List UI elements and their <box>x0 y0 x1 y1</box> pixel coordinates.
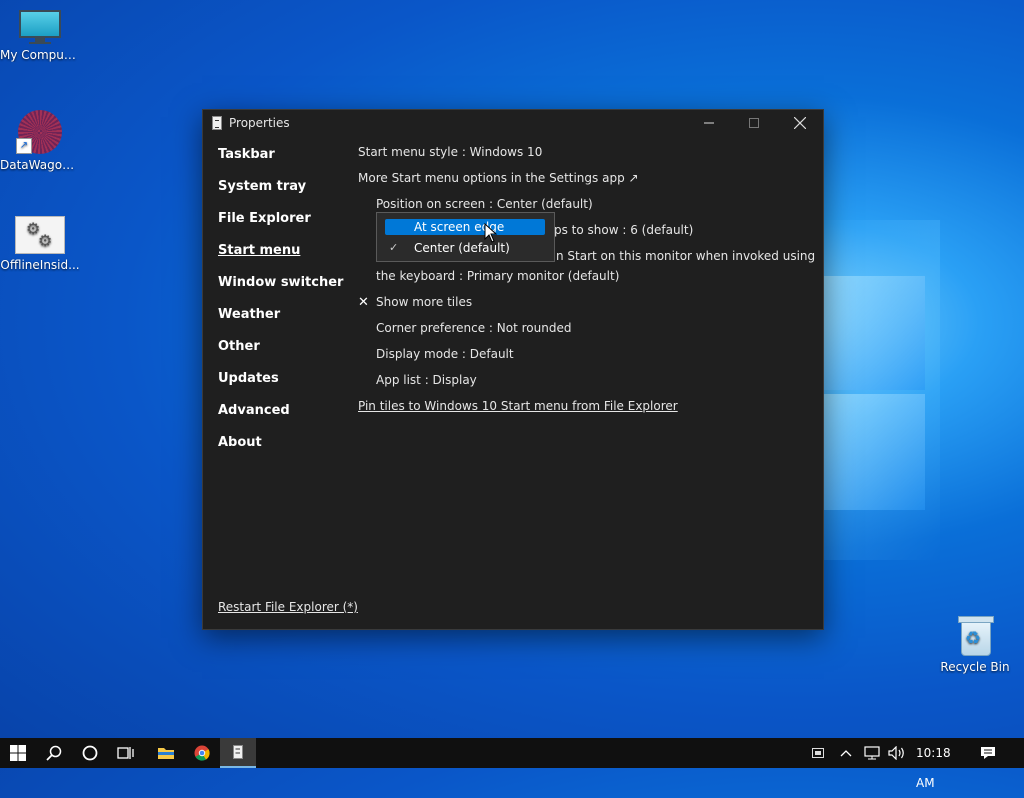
start-button[interactable] <box>0 738 36 768</box>
nav-item-advanced[interactable]: Advanced <box>218 403 290 418</box>
desktop-icon-my-computer[interactable]: My Computer <box>0 10 80 62</box>
cortana-circle-icon <box>82 745 98 761</box>
app-list-setting[interactable]: App list : Display <box>376 373 477 387</box>
speaker-icon <box>888 745 904 761</box>
tray-app-icon[interactable] <box>812 738 828 768</box>
monitor-setting-line2[interactable]: the keyboard : Primary monitor (default) <box>376 269 619 283</box>
nav-item-start-menu[interactable]: Start menu <box>218 243 300 258</box>
dropdown-option-center[interactable]: ✓ Center (default) <box>385 240 545 256</box>
task-view-button[interactable] <box>108 738 144 768</box>
nav-item-taskbar[interactable]: Taskbar <box>218 147 275 162</box>
search-button[interactable] <box>36 738 72 768</box>
recycle-bin-icon: ♻ <box>957 614 994 656</box>
chrome-icon <box>194 745 210 761</box>
nav-item-file-explorer[interactable]: File Explorer <box>218 211 311 226</box>
nav-item-window-switcher[interactable]: Window switcher <box>218 275 343 290</box>
clock[interactable]: 10:18 AM <box>916 738 970 790</box>
nav-item-updates[interactable]: Updates <box>218 371 279 386</box>
chevron-up-icon <box>840 750 852 757</box>
close-button[interactable] <box>777 110 823 138</box>
position-on-screen-setting[interactable]: Position on screen : Center (default) <box>376 197 593 211</box>
show-hidden-icons-button[interactable] <box>840 738 858 768</box>
folder-icon <box>158 748 174 759</box>
window-title: Properties <box>229 116 290 130</box>
corner-preference-setting[interactable]: Corner preference : Not rounded <box>376 321 571 335</box>
title-bar[interactable]: Properties <box>203 110 823 138</box>
properties-window: Properties Taskbar System tray File Expl… <box>202 109 824 630</box>
checkbox-x-icon[interactable]: ✕ <box>358 295 369 310</box>
minimize-button[interactable] <box>686 110 732 138</box>
search-icon <box>46 745 62 761</box>
nav-item-weather[interactable]: Weather <box>218 307 280 322</box>
nav-item-system-tray[interactable]: System tray <box>218 179 306 194</box>
close-icon <box>793 116 807 130</box>
cortana-button[interactable] <box>72 738 108 768</box>
desktop-icon-offlineinsider[interactable]: ⚙ ⚙ OfflineInsid... <box>0 216 80 272</box>
dropdown-option-at-screen-edge[interactable]: At screen edge <box>385 219 545 235</box>
nav-item-other[interactable]: Other <box>218 339 260 354</box>
properties-app-icon <box>233 745 243 759</box>
minimize-icon <box>704 122 714 124</box>
settings-gears-icon: ⚙ ⚙ <box>15 216 65 254</box>
properties-app-button[interactable] <box>220 738 256 768</box>
nav-item-about[interactable]: About <box>218 435 262 450</box>
mouse-cursor-icon <box>484 223 498 243</box>
network-icon <box>864 746 880 760</box>
apps-to-show-setting[interactable]: ps to show : 6 (default) <box>554 223 693 237</box>
chrome-button[interactable] <box>184 738 220 768</box>
show-more-tiles-setting[interactable]: Show more tiles <box>376 295 472 309</box>
action-center-button[interactable] <box>980 738 1004 768</box>
shortcut-arrow-icon: ↗ <box>16 138 32 154</box>
app-icon <box>212 116 222 130</box>
display-mode-setting[interactable]: Display mode : Default <box>376 347 514 361</box>
datawagon-icon: ↗ <box>16 110 64 154</box>
restart-file-explorer-link[interactable]: Restart File Explorer (*) <box>218 600 358 614</box>
taskbar: 10:18 AM <box>0 738 1024 790</box>
pin-tiles-link[interactable]: Pin tiles to Windows 10 Start menu from … <box>358 399 678 413</box>
position-dropdown-menu: At screen edge ✓ Center (default) <box>376 212 555 262</box>
desktop-icon-recycle-bin[interactable]: ♻ Recycle Bin <box>935 614 1015 674</box>
monitor-setting-line1[interactable]: n Start on this monitor when invoked usi… <box>556 249 815 263</box>
start-menu-style-setting[interactable]: Start menu style : Windows 10 <box>358 145 542 159</box>
action-center-icon <box>981 747 995 759</box>
checkmark-icon: ✓ <box>389 241 399 254</box>
desktop-icon-datawagon[interactable]: ↗ DataWagon... <box>0 110 80 172</box>
maximize-button[interactable] <box>731 110 777 138</box>
volume-button[interactable] <box>888 738 908 768</box>
computer-icon <box>19 10 61 44</box>
windows-start-icon <box>10 745 26 761</box>
notification-app-icon <box>812 748 824 758</box>
more-options-link[interactable]: More Start menu options in the Settings … <box>358 171 639 185</box>
maximize-icon <box>749 118 759 128</box>
file-explorer-button[interactable] <box>148 738 184 768</box>
network-button[interactable] <box>864 738 884 768</box>
task-view-icon <box>117 747 134 759</box>
